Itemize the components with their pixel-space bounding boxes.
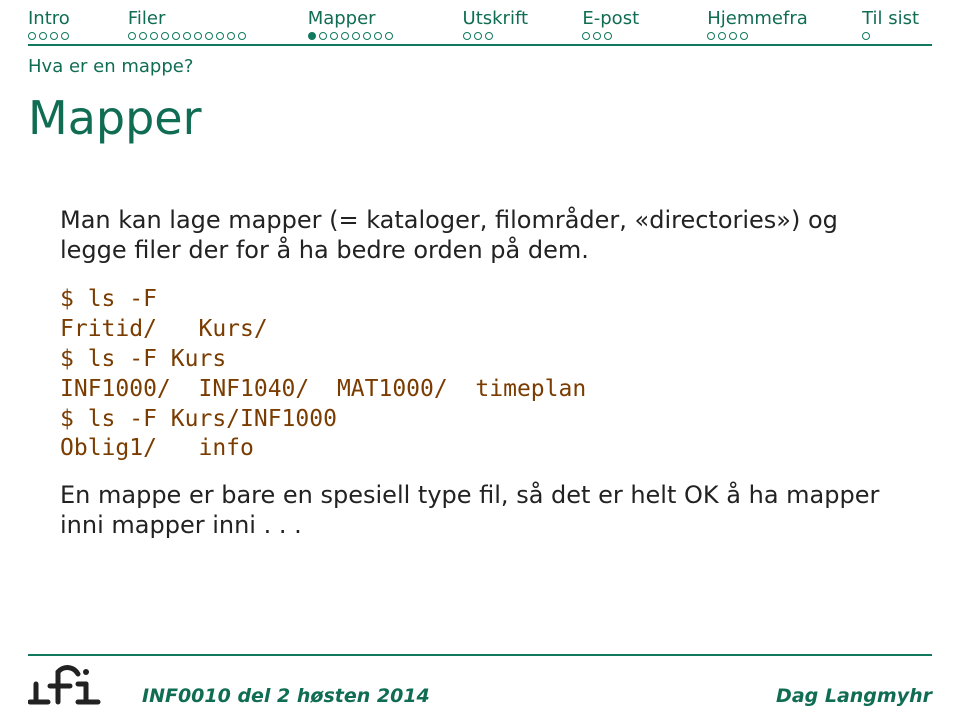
progress-dot-icon: [374, 32, 382, 40]
progress-dot-icon: [205, 32, 213, 40]
nav-label: Hjemmefra: [707, 8, 808, 30]
slide-subtitle: Hva er en mappe?: [28, 56, 960, 77]
progress-dot-icon: [172, 32, 180, 40]
nav-label: Mapper: [308, 8, 376, 30]
progress-dot-icon: [39, 32, 47, 40]
progress-dot-icon: [227, 32, 235, 40]
progress-dot-icon: [363, 32, 371, 40]
nav-item-hjemmefra[interactable]: Hjemmefra: [707, 8, 862, 40]
nav-progress-dots: [862, 32, 870, 40]
progress-dot-icon: [352, 32, 360, 40]
progress-dot-icon: [216, 32, 224, 40]
progress-dot-icon: [128, 32, 136, 40]
progress-dot-icon: [319, 32, 327, 40]
progress-dot-icon: [582, 32, 590, 40]
progress-dot-icon: [28, 32, 36, 40]
progress-dot-icon: [183, 32, 191, 40]
code-block: $ ls -F Fritid/ Kurs/ $ ls -F Kurs INF10…: [60, 285, 900, 464]
nav-progress-dots: [28, 32, 69, 40]
nav-progress-dots: [582, 32, 612, 40]
footer: INF0010 del 2 høsten 2014 Dag Langmyhr: [0, 654, 960, 719]
progress-dot-icon: [604, 32, 612, 40]
progress-dot-icon: [862, 32, 870, 40]
progress-dot-icon: [308, 32, 316, 40]
footer-rule: [28, 654, 932, 656]
nav-item-intro[interactable]: Intro: [28, 8, 128, 40]
progress-dot-icon: [238, 32, 246, 40]
progress-dot-icon: [330, 32, 338, 40]
footer-left-text: INF0010 del 2 høsten 2014: [142, 685, 752, 707]
nav-item-til-sist[interactable]: Til sist: [862, 8, 932, 40]
progress-dot-icon: [718, 32, 726, 40]
progress-dot-icon: [385, 32, 393, 40]
progress-dot-icon: [341, 32, 349, 40]
paragraph-2: En mappe er bare en spesiell type fil, s…: [60, 480, 900, 540]
progress-dot-icon: [463, 32, 471, 40]
progress-dot-icon: [194, 32, 202, 40]
nav-progress-dots: [128, 32, 246, 40]
nav-label: E-post: [582, 8, 639, 30]
progress-dot-icon: [50, 32, 58, 40]
nav-item-filer[interactable]: Filer: [128, 8, 308, 40]
nav-rule: [28, 44, 932, 46]
paragraph-1: Man kan lage mapper (= kataloger, filomr…: [60, 205, 900, 265]
nav-label: Utskrift: [463, 8, 529, 30]
slide-content: Man kan lage mapper (= kataloger, filomr…: [60, 205, 900, 540]
ifi-logo-icon: [28, 662, 118, 707]
nav-bar: Intro Filer Mapper Utskrift E-post Hjemmefra T…: [0, 0, 960, 40]
progress-dot-icon: [474, 32, 482, 40]
progress-dot-icon: [485, 32, 493, 40]
nav-progress-dots: [463, 32, 493, 40]
nav-progress-dots: [308, 32, 393, 40]
nav-label: Intro: [28, 8, 70, 30]
progress-dot-icon: [740, 32, 748, 40]
footer-right-text: Dag Langmyhr: [776, 685, 932, 707]
nav-label: Til sist: [862, 8, 919, 30]
progress-dot-icon: [61, 32, 69, 40]
progress-dot-icon: [139, 32, 147, 40]
nav-item-e-post[interactable]: E-post: [582, 8, 707, 40]
progress-dot-icon: [161, 32, 169, 40]
progress-dot-icon: [707, 32, 715, 40]
nav-progress-dots: [707, 32, 748, 40]
nav-item-utskrift[interactable]: Utskrift: [463, 8, 583, 40]
nav-item-mapper[interactable]: Mapper: [308, 8, 463, 40]
progress-dot-icon: [729, 32, 737, 40]
progress-dot-icon: [593, 32, 601, 40]
nav-label: Filer: [128, 8, 166, 30]
progress-dot-icon: [150, 32, 158, 40]
slide-title: Mapper: [28, 91, 960, 145]
